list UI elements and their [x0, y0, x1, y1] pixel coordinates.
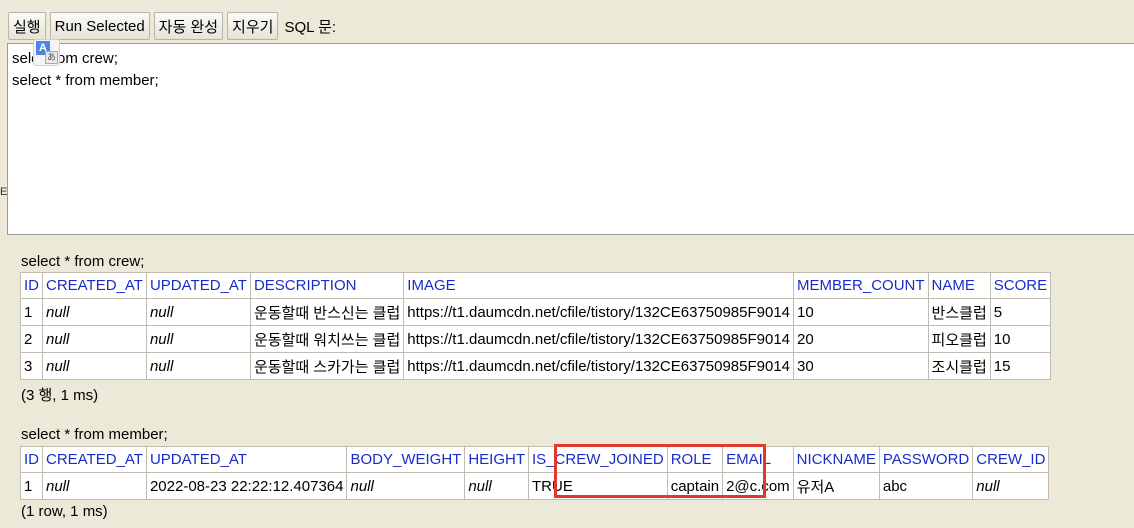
table-cell: null: [145, 352, 251, 380]
sql-label: SQL 문:: [284, 18, 337, 36]
member-column-header[interactable]: NICKNAME: [792, 446, 880, 473]
crew-column-header[interactable]: UPDATED_AT: [145, 272, 251, 299]
table-cell: null: [42, 325, 147, 353]
translate-b-glyph: あ: [45, 51, 58, 64]
table-cell: 30: [793, 352, 929, 380]
member-column-header[interactable]: CREATED_AT: [42, 446, 147, 473]
table-cell: null: [145, 298, 251, 326]
crew-column-header[interactable]: NAME: [927, 272, 991, 299]
table-cell: 조시클럽: [927, 352, 991, 380]
crew-column-header[interactable]: ID: [20, 272, 43, 299]
table-cell: 20: [793, 325, 929, 353]
top-strip: [0, 0, 1134, 8]
table-cell: https://t1.daumcdn.net/cfile/tistory/132…: [403, 298, 795, 326]
table-cell: 15: [989, 352, 1052, 380]
crew-status: (3 행, 1 ms): [21, 387, 99, 404]
table-cell: null: [972, 472, 1050, 500]
table-cell: 2@c.com: [722, 472, 794, 500]
member-column-header[interactable]: ID: [20, 446, 43, 473]
table-cell: 유저A: [792, 472, 880, 500]
table-cell: null: [42, 472, 147, 500]
member-query-title: select * from member;: [21, 426, 168, 443]
member-column-header[interactable]: BODY_WEIGHT: [346, 446, 466, 473]
crew-column-header[interactable]: SCORE: [989, 272, 1052, 299]
table-cell: 1: [20, 298, 43, 326]
member-column-header[interactable]: UPDATED_AT: [145, 446, 348, 473]
crew-query-title: select * from crew;: [21, 253, 145, 270]
table-row: 3 null null 운동할때 스카가는 클럽 https://t1.daumcdn.…: [20, 352, 1052, 380]
member-column-header[interactable]: PASSWORD: [878, 446, 974, 473]
table-cell: 10: [989, 325, 1052, 353]
member-column-header[interactable]: ROLE: [666, 446, 724, 473]
table-cell: 운동할때 워치쓰는 클럽: [249, 325, 405, 353]
table-cell: TRUE: [528, 472, 668, 500]
autocomplete-button[interactable]: 자동 완성: [153, 12, 224, 40]
table-cell: https://t1.daumcdn.net/cfile/tistory/132…: [403, 325, 795, 353]
crew-column-header[interactable]: DESCRIPTION: [249, 272, 405, 299]
table-cell: 피오클럽: [927, 325, 991, 353]
table-cell: null: [464, 472, 530, 500]
table-cell: null: [42, 298, 147, 326]
table-cell: 운동할때 반스신는 클럽: [249, 298, 405, 326]
member-header-row: ID CREATED_AT UPDATED_AT BODY_WEIGHT HEIGHT I…: [20, 446, 1050, 473]
member-column-header[interactable]: HEIGHT: [464, 446, 530, 473]
table-cell: 2022-08-23 22:22:12.407364: [145, 472, 348, 500]
table-cell: 5: [989, 298, 1052, 326]
clear-button[interactable]: 지우기: [227, 12, 279, 40]
table-cell: abc: [878, 472, 974, 500]
table-row: 2 null null 운동할때 워치쓰는 클럽 https://t1.daumcdn.…: [20, 325, 1052, 353]
member-column-header[interactable]: EMAIL: [722, 446, 794, 473]
sql-editor[interactable]: sele from crew; select * from member;: [7, 43, 1134, 235]
table-row: 1 null null 운동할때 반스신는 클럽 https://t1.daumcdn.…: [20, 298, 1052, 326]
member-result-table: ID CREATED_AT UPDATED_AT BODY_WEIGHT HEIGHT I…: [20, 446, 1050, 500]
table-cell: 반스클럽: [927, 298, 991, 326]
table-cell: null: [346, 472, 466, 500]
translate-icon[interactable]: A あ: [33, 39, 60, 66]
table-cell: captain: [666, 472, 724, 500]
run-button[interactable]: 실행: [8, 12, 46, 40]
crew-column-header[interactable]: IMAGE: [403, 272, 795, 299]
run-selected-button[interactable]: Run Selected: [49, 12, 150, 40]
crew-result-table: ID CREATED_AT UPDATED_AT DESCRIPTION IMAGE ME…: [20, 272, 1052, 380]
table-cell: null: [42, 352, 147, 380]
table-cell: null: [145, 325, 251, 353]
crew-header-row: ID CREATED_AT UPDATED_AT DESCRIPTION IMAGE ME…: [20, 272, 1052, 299]
table-cell: 3: [20, 352, 43, 380]
table-cell: 1: [20, 472, 43, 500]
table-cell: 운동할때 스카가는 클럽: [249, 352, 405, 380]
crew-column-header[interactable]: CREATED_AT: [42, 272, 147, 299]
table-cell: 10: [793, 298, 929, 326]
toolbar: 실행 Run Selected 자동 완성 지우기 SQL 문:: [8, 11, 336, 41]
table-row: 1 null 2022-08-23 22:22:12.407364 null null T…: [20, 472, 1050, 500]
member-column-header[interactable]: IS_CREW_JOINED: [528, 446, 668, 473]
table-cell: 2: [20, 325, 43, 353]
left-edge-mark: E: [0, 186, 8, 198]
member-status: (1 row, 1 ms): [21, 503, 108, 520]
table-cell: https://t1.daumcdn.net/cfile/tistory/132…: [403, 352, 795, 380]
member-column-header[interactable]: CREW_ID: [972, 446, 1050, 473]
crew-column-header[interactable]: MEMBER_COUNT: [793, 272, 929, 299]
